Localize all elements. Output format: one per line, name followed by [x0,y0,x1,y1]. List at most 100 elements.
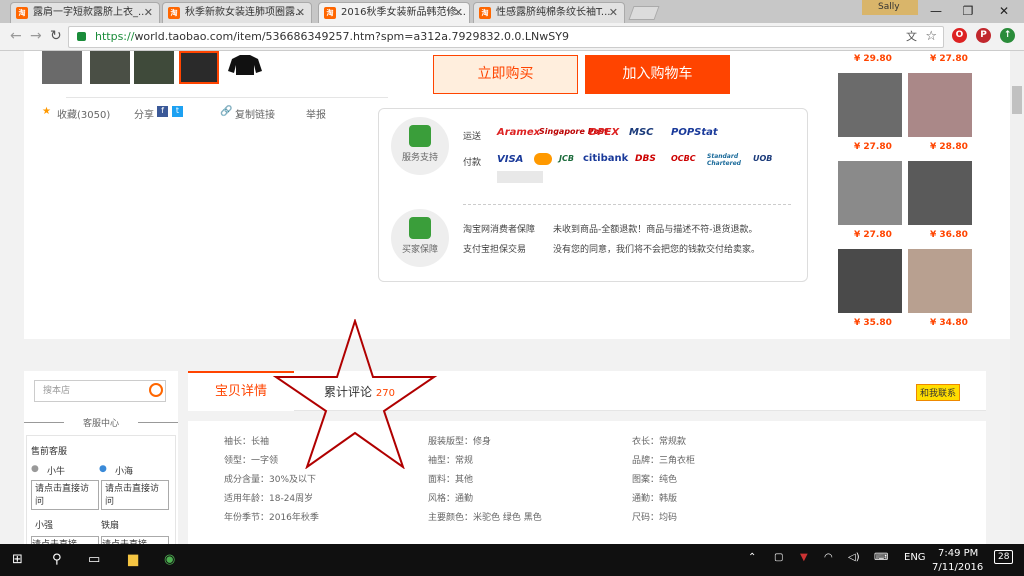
pinterest-extension-icon[interactable]: P [976,28,991,43]
product-thumbnail[interactable] [90,51,130,84]
profile-button[interactable]: Sally [862,0,918,15]
address-bar-row: ← → ↻ https://world.taobao.com/item/5366… [0,23,1024,51]
chrome-icon[interactable]: ◉ [164,552,175,567]
taobao-favicon: 淘 [16,7,28,19]
windows-start-icon[interactable]: ⊞ [12,552,23,567]
agent-name: 小强 [35,521,54,531]
tray-chevron-icon[interactable]: ⌃ [748,552,756,563]
copy-link-button[interactable]: 复制链接 [235,106,275,121]
browser-tab[interactable]: 淘性感露脐纯棉条纹长袖T... ✕ [473,2,625,23]
alipay-logo [497,171,543,183]
task-view-icon[interactable]: ▭ [88,552,100,567]
language-indicator[interactable]: ENG [904,552,926,563]
aramex-logo: Aramex [497,127,541,138]
keyboard-icon[interactable]: ⌨ [874,552,888,563]
rec-price: ¥ 27.80 [854,142,892,152]
wifi-icon[interactable]: ◠ [824,552,833,563]
page-scrollbar[interactable] [1010,51,1024,544]
agent-name: 小海 [115,467,134,477]
browser-tab-active[interactable]: 淘 2016秋季女装新品韩范修... ✕ [318,2,470,23]
agent-avatar-icon: ● [99,464,107,474]
rec-image[interactable] [908,73,972,137]
customer-service-list: 售前客服 ● 小牛 ● 小海 请点击直接访问 请点击直接访问 小强 铁扇 请点击… [26,435,176,544]
link-icon: 🔗 [220,106,233,117]
close-icon[interactable]: ✕ [144,3,153,22]
rec-image[interactable] [838,73,902,137]
volume-icon[interactable]: ◁) [848,552,860,563]
tray-app-icon[interactable]: ▢ [774,552,783,563]
scrollbar-thumb[interactable] [1012,86,1022,114]
rec-image[interactable] [838,249,902,313]
guarantee-name: 淘宝网消费者保障 [463,225,536,235]
search-icon[interactable] [149,383,163,397]
opera-extension-icon[interactable]: O [952,28,967,43]
clock-time[interactable]: 7:49 PM [938,548,978,559]
buy-now-button[interactable]: 立即购买 [433,55,578,94]
rec-image[interactable] [908,161,972,225]
attr-item: 通勤：韩版 [632,494,678,504]
attr-item: 尺码：均码 [632,513,678,523]
chat-button[interactable]: 请点击直接 [101,536,169,544]
url-scheme: https:// [95,30,135,43]
close-icon[interactable]: ✕ [454,3,463,22]
chat-button[interactable]: 请点击直接 [31,536,99,544]
rec-image[interactable] [838,161,902,225]
twitter-icon[interactable]: t [172,106,183,117]
standard-chartered-logo: Standard Chartered [707,153,741,167]
buyer-protection-badge: 买家保障 [391,209,449,267]
clock-date[interactable]: 7/11/2016 [932,562,983,573]
popstat-logo: POPStat [671,127,718,138]
shipping-label: 运送 [463,132,482,142]
product-thumbnail[interactable] [226,51,264,84]
shield-icon [409,217,431,239]
guarantee-desc: 未收到商品-全额退款！商品与描述不符-退货退款。 [553,225,758,235]
new-tab-button[interactable] [628,6,660,20]
presale-label: 售前客服 [31,447,68,457]
back-icon[interactable]: ← [10,28,22,44]
product-thumbnail[interactable] [42,51,82,84]
close-icon[interactable]: ✕ [296,3,305,22]
add-to-cart-button[interactable]: 加入购物车 [585,55,730,94]
bookmark-star-icon[interactable]: ☆ [925,27,937,47]
close-window-icon[interactable]: ✕ [986,0,1022,23]
dpex-logo: DPEX [589,127,620,138]
rec-price: ¥ 28.80 [930,142,968,152]
minimize-icon[interactable]: — [918,0,954,23]
file-explorer-icon[interactable]: ▆ [128,552,138,567]
restore-icon[interactable]: ❐ [950,0,986,23]
product-thumbnail-selected[interactable] [179,51,219,84]
payment-label: 付款 [463,158,482,168]
reload-icon[interactable]: ↻ [50,28,62,44]
browser-tab-strip: 淘露肩一字短款露脐上衣_... ✕ 淘秋季新款女装连肺项圈露... ✕ 淘 2016秋… [0,0,1024,23]
translate-icon[interactable]: 文 [906,27,917,47]
dbs-logo: DBS [635,154,656,164]
taobao-favicon: 淘 [324,7,336,19]
rec-image[interactable] [908,249,972,313]
chat-button[interactable]: 请点击直接访问 [31,480,99,510]
contact-me-button[interactable]: 和我联系 [916,384,961,401]
attr-item: 衣长：常规款 [632,437,687,447]
facebook-icon[interactable]: f [157,106,168,117]
service-support-label: 服务支持 [401,153,438,163]
favorite-link[interactable]: 收藏(3050) [57,106,110,121]
shop-search-input[interactable]: 搜本店 [34,380,166,402]
browser-tab[interactable]: 淘秋季新款女装连肺项圈露... ✕ [162,2,312,23]
windows-taskbar: ⊞ ⚲ ▭ ▆ ◉ ⌃ ▢ ▼ ◠ ◁) ⌨ ENG 7:49 PM 7/11/… [0,544,1024,576]
divider [463,204,791,205]
close-icon[interactable]: ✕ [609,3,618,22]
report-link[interactable]: 举报 [306,106,326,121]
extension-icon[interactable]: ↑ [1000,28,1015,43]
search-icon[interactable]: ⚲ [52,552,62,567]
buyer-protection-label: 买家保障 [401,245,438,255]
url-field[interactable]: https://world.taobao.com/item/5366863492… [68,26,944,48]
product-thumbnail[interactable] [134,51,174,84]
browser-tab[interactable]: 淘露肩一字短款露脐上衣_... ✕ [10,2,160,23]
forward-icon[interactable]: → [30,28,42,44]
antivirus-icon[interactable]: ▼ [800,552,808,563]
visa-logo: VISA [497,154,524,165]
chat-button[interactable]: 请点击直接访问 [101,480,169,510]
lock-icon [77,32,86,41]
notification-center-icon[interactable]: 28 [994,550,1014,564]
support-icon [409,125,431,147]
annotation-star-icon [272,319,438,469]
